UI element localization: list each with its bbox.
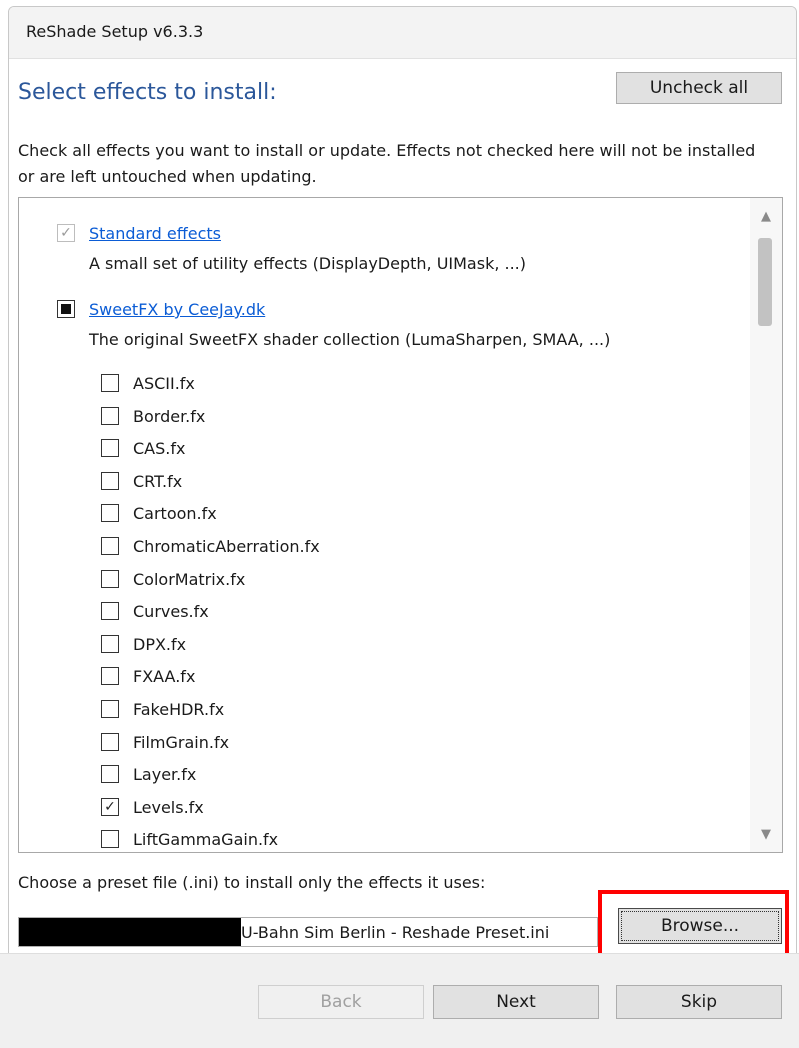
effect-label: FXAA.fx — [133, 667, 196, 687]
effect-checkbox[interactable] — [101, 667, 119, 686]
effect-label: Border.fx — [133, 406, 206, 426]
effect-item[interactable]: Cartoon.fx — [101, 498, 701, 530]
effect-checkbox[interactable] — [101, 732, 119, 751]
title-bar: ReShade Setup v6.3.3 — [9, 7, 796, 59]
effect-item[interactable]: CAS.fx — [101, 433, 701, 465]
effect-item[interactable]: ✓ Levels.fx — [101, 792, 701, 824]
effect-checkbox[interactable] — [101, 504, 119, 523]
effect-checkbox[interactable] — [101, 374, 119, 392]
effect-label: ChromaticAberration.fx — [133, 537, 320, 556]
effect-item[interactable]: Curves.fx — [101, 596, 701, 628]
effect-label: ColorMatrix.fx — [133, 569, 246, 589]
redaction-bar — [19, 918, 241, 946]
effect-item[interactable]: DPX.fx — [101, 629, 701, 661]
effect-label: Cartoon.fx — [133, 504, 217, 524]
group-checkbox-standard: ✓ — [57, 224, 75, 242]
effect-label: Curves.fx — [133, 602, 209, 622]
uncheck-all-button[interactable]: Uncheck all — [616, 72, 782, 104]
effect-checkbox[interactable] — [101, 471, 119, 490]
preset-path-field[interactable]: U-Bahn Sim Berlin - Reshade Preset.ini — [18, 917, 598, 947]
group-sweetfx[interactable]: SweetFX by CeeJay.dk — [19, 294, 739, 324]
effect-item[interactable]: CRT.fx — [101, 466, 701, 498]
effect-item[interactable]: LiftGammaGain.fx — [101, 824, 701, 852]
group-description-sweetfx: The original SweetFX shader collection (… — [89, 330, 611, 349]
effect-checkbox[interactable] — [101, 700, 119, 718]
browse-button[interactable]: Browse... — [618, 908, 782, 944]
effect-checkbox[interactable] — [101, 765, 119, 784]
group-link-standard[interactable]: Standard effects — [89, 224, 221, 243]
skip-button[interactable]: Skip — [616, 985, 782, 1019]
group-link-sweetfx[interactable]: SweetFX by CeeJay.dk — [89, 300, 265, 319]
effect-item[interactable]: FakeHDR.fx — [101, 694, 701, 726]
effect-label: CAS.fx — [133, 439, 186, 459]
effect-checkbox[interactable] — [101, 406, 119, 425]
scroll-up-icon[interactable]: ▲ — [750, 202, 782, 232]
effect-label: CRT.fx — [133, 471, 183, 491]
effect-item[interactable]: ChromaticAberration.fx — [101, 531, 701, 563]
effect-item[interactable]: Layer.fx — [101, 759, 701, 791]
preset-label: Choose a preset file (.ini) to install o… — [18, 873, 486, 892]
group-standard-effects[interactable]: ✓ Standard effects — [19, 218, 739, 248]
effect-checkbox[interactable] — [101, 602, 119, 621]
group-description-standard: A small set of utility effects (DisplayD… — [89, 254, 526, 273]
effect-label: Levels.fx — [133, 797, 204, 817]
effect-checkbox[interactable] — [101, 537, 119, 555]
instructions-text: Check all effects you want to install or… — [18, 141, 756, 186]
effect-item[interactable]: FilmGrain.fx — [101, 727, 701, 759]
page-heading: Select effects to install: — [18, 80, 277, 105]
list-scrollbar[interactable]: ▲ ▼ — [750, 198, 782, 852]
effect-item[interactable]: Border.fx — [101, 401, 701, 433]
effect-label: Layer.fx — [133, 765, 197, 785]
effect-checkbox[interactable] — [101, 569, 119, 588]
effect-checkbox[interactable] — [101, 634, 119, 653]
effect-item[interactable]: FXAA.fx — [101, 661, 701, 693]
effect-item[interactable]: ColorMatrix.fx — [101, 564, 701, 596]
effect-checkbox[interactable] — [101, 439, 119, 458]
effect-item[interactable]: ASCII.fx — [101, 368, 701, 400]
effect-label: FilmGrain.fx — [133, 732, 230, 752]
window-title: ReShade Setup v6.3.3 — [26, 22, 204, 41]
next-button[interactable]: Next — [433, 985, 599, 1019]
effects-listbox[interactable]: ✓ Standard effects A small set of utilit… — [18, 197, 783, 853]
effect-checkbox[interactable] — [101, 830, 119, 849]
back-button[interactable]: Back — [258, 985, 424, 1019]
preset-path-text: U-Bahn Sim Berlin - Reshade Preset.ini — [241, 923, 550, 942]
effect-checkbox[interactable]: ✓ — [101, 797, 119, 816]
group-checkbox-sweetfx[interactable] — [57, 300, 75, 318]
scroll-down-icon[interactable]: ▼ — [750, 820, 782, 850]
effect-label: DPX.fx — [133, 634, 187, 654]
effect-label: ASCII.fx — [133, 374, 195, 393]
effect-label: LiftGammaGain.fx — [133, 830, 279, 850]
effects-list: ✓ Standard effects A small set of utilit… — [19, 198, 747, 852]
effect-label: FakeHDR.fx — [133, 700, 225, 719]
scroll-thumb[interactable] — [758, 238, 772, 326]
